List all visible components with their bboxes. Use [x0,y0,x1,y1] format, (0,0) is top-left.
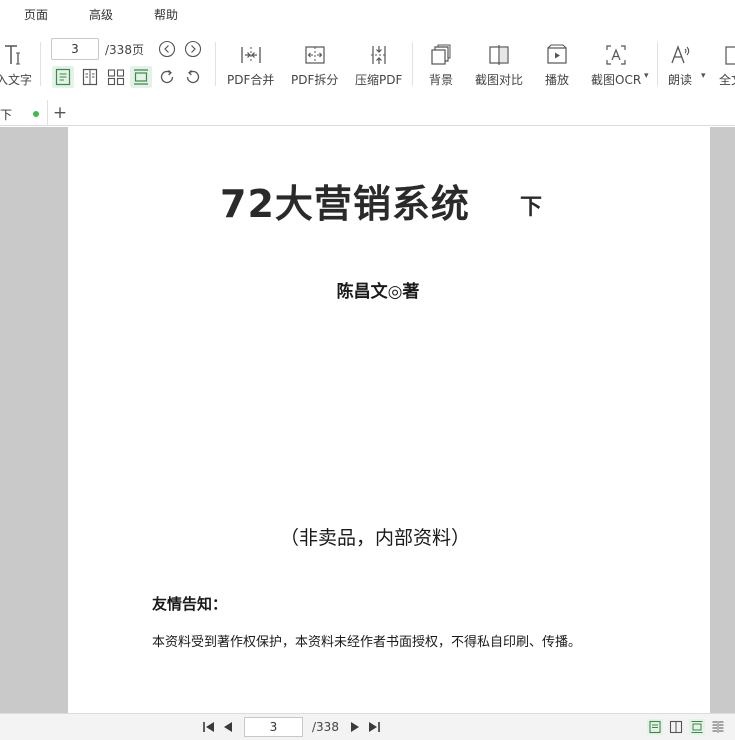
add-tab-button[interactable]: + [52,102,68,124]
compress-pdf-label: 压缩PDF [355,73,403,87]
split-icon [303,42,327,68]
toolbar-separator [412,42,413,86]
pdf-merge-button[interactable]: PDF合并 [227,42,274,88]
document-tab[interactable]: 下 [0,100,48,126]
status-continuous-view-icon[interactable] [689,719,705,735]
pdf-split-button[interactable]: PDF拆分 [291,42,338,88]
background-label: 背景 [429,73,454,87]
pdf-merge-label: PDF合并 [227,73,275,87]
full-text-icon [723,42,735,68]
prev-page-icon[interactable] [158,40,176,58]
read-aloud-dropdown-icon[interactable]: ▾ [701,71,706,81]
status-two-page-view-icon[interactable] [668,719,684,735]
toolbar-separator [657,42,658,86]
merge-icon [239,42,263,68]
compare-icon [487,42,511,68]
full-text-label: 全文 [719,73,735,87]
ocr-icon [604,42,628,68]
screenshot-ocr-button[interactable]: 截图OCR [591,42,641,88]
menu-item-page[interactable]: 页面 [24,6,48,23]
first-page-icon[interactable] [202,719,216,735]
screenshot-compare-label: 截图对比 [475,73,524,87]
background-button[interactable]: 背景 [429,42,453,88]
menu-item-advanced[interactable]: 高级 [89,6,113,23]
screenshot-compare-button[interactable]: 截图对比 [475,42,523,88]
play-label: 播放 [545,73,570,87]
rotate-counterclockwise-icon[interactable] [183,67,203,87]
ocr-dropdown-icon[interactable]: ▾ [644,71,649,81]
status-two-page-continuous-icon[interactable] [710,719,726,735]
pdf-page: 72大营销系统 下 陈昌文◎著 （非卖品，内部资料） 友情告知： 本资料受到著作… [68,127,710,713]
screenshot-ocr-label: 截图OCR [591,73,642,87]
status-page-input[interactable] [244,717,303,737]
toolbar-separator [215,42,216,86]
multi-page-view-icon[interactable] [105,66,127,88]
layers-icon [429,42,453,68]
document-title-suffix: 下 [520,195,543,220]
page-total-label: /338页 [105,43,144,57]
status-single-view-icon[interactable] [647,719,663,735]
previous-page-icon[interactable] [222,719,234,735]
next-page-nav-icon[interactable] [349,719,361,735]
document-viewport[interactable]: 72大营销系统 下 陈昌文◎著 （非卖品，内部资料） 友情告知： 本资料受到著作… [0,127,735,713]
text-insert-icon [3,42,25,68]
play-icon [545,42,569,68]
document-title: 72大营销系统 [220,182,470,226]
status-page-total: /338 [312,720,339,734]
next-page-icon[interactable] [184,40,202,58]
page-number-input[interactable] [51,38,99,60]
document-tab-label: 下 [0,108,13,122]
read-aloud-label: 朗读 [668,73,693,87]
status-bar: /338 [0,713,735,740]
full-text-button[interactable]: 全文 [719,42,735,88]
pdf-split-label: PDF拆分 [291,73,339,87]
play-button[interactable]: 播放 [545,42,569,88]
notice-heading: 友情告知： [152,595,228,613]
document-tab-strip: 下 + [0,100,735,126]
notice-text: 本资料受到著作权保护，本资料未经作者书面授权，不得私自印刷、传播。 [152,635,582,650]
toolbar-separator [40,42,41,86]
single-page-view-icon[interactable] [52,66,74,88]
last-page-icon[interactable] [367,719,381,735]
insert-text-label: 入文字 [0,73,33,87]
continuous-scroll-icon[interactable] [130,66,152,88]
document-note: （非卖品，内部资料） [279,527,470,549]
compress-pdf-button[interactable]: 压缩PDF [355,42,402,88]
document-author: 陈昌文◎著 [336,282,420,302]
two-page-view-icon[interactable] [79,66,101,88]
read-aloud-icon [668,42,692,68]
insert-text-button[interactable]: 入文字 [0,42,32,88]
rotate-clockwise-icon[interactable] [157,67,177,87]
unsaved-indicator-icon [33,111,39,117]
toolbar: 入文字 /338页 PDF合并 PDF拆分 [0,28,735,100]
read-aloud-button[interactable]: 朗读 [668,42,692,88]
menu-item-help[interactable]: 帮助 [154,6,178,23]
menu-bar: 页面 高级 帮助 [0,0,735,28]
compress-icon [367,42,391,68]
